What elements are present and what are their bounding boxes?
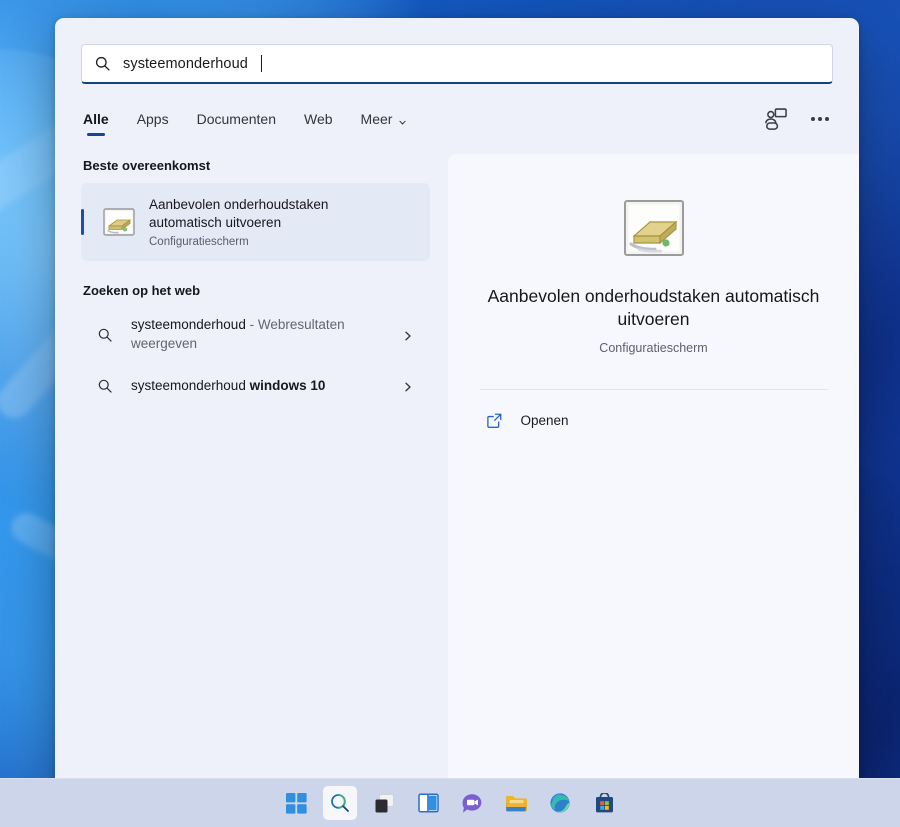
web-search-section: Zoeken op het web systeemonderhoud - Web… bbox=[81, 283, 430, 410]
folder-icon bbox=[505, 795, 527, 811]
web-search-result-2-label: systeemonderhoud windows 10 bbox=[131, 377, 384, 396]
best-match-subtitle: Configuratiescherm bbox=[149, 235, 249, 248]
web-search-result-1-query: systeemonderhoud bbox=[131, 317, 246, 333]
control-panel-maintenance-icon bbox=[103, 208, 135, 236]
open-external-icon bbox=[486, 412, 503, 429]
search-results-body: Beste overeenkomst Aanbevolen onderhouds… bbox=[55, 140, 859, 788]
result-preview-pane: Aanbevolen onderhoudstaken automatisch u… bbox=[448, 154, 859, 788]
search-filter-tabs: Alle Apps Documenten Web Meer bbox=[81, 106, 833, 140]
best-match-title: Aanbevolen onderhoudstaken automatisch u… bbox=[149, 197, 329, 230]
tab-alle[interactable]: Alle bbox=[83, 111, 109, 136]
chevron-down-icon bbox=[398, 114, 407, 125]
start-button[interactable] bbox=[279, 786, 313, 820]
preview-divider bbox=[479, 388, 828, 390]
web-search-result-2-query: systeemonderhoud bbox=[131, 377, 250, 393]
web-search-section-label: Zoeken op het web bbox=[83, 283, 201, 298]
chevron-right-icon bbox=[402, 329, 414, 341]
tab-apps[interactable]: Apps bbox=[137, 111, 169, 136]
more-options-icon[interactable] bbox=[807, 106, 833, 132]
search-icon bbox=[97, 327, 113, 343]
search-top-actions bbox=[763, 106, 833, 140]
control-panel-maintenance-icon bbox=[623, 199, 685, 257]
edge-button[interactable] bbox=[543, 786, 577, 820]
web-search-result-1[interactable]: systeemonderhoud - Webresultaten weergev… bbox=[81, 308, 430, 362]
chat-icon bbox=[462, 793, 482, 813]
tab-alle-label: Alle bbox=[83, 110, 109, 127]
search-icon bbox=[331, 794, 349, 812]
search-button[interactable] bbox=[323, 786, 357, 820]
search-input-value: systeemonderhoud bbox=[123, 55, 248, 72]
preview-subtitle: Configuratiescherm bbox=[599, 340, 708, 355]
best-match-section-label: Beste overeenkomst bbox=[83, 158, 211, 173]
chat-button[interactable] bbox=[455, 786, 489, 820]
task-view-icon bbox=[375, 793, 394, 812]
search-icon bbox=[97, 378, 113, 394]
edge-icon bbox=[550, 793, 570, 813]
best-match-result[interactable]: Aanbevolen onderhoudstaken automatisch u… bbox=[81, 183, 430, 261]
feedback-icon[interactable] bbox=[763, 106, 789, 132]
tab-documenten[interactable]: Documenten bbox=[197, 111, 276, 136]
taskbar-items bbox=[279, 786, 621, 820]
ellipsis-glyph bbox=[811, 117, 829, 121]
search-icon bbox=[94, 55, 111, 72]
web-search-result-1-label: systeemonderhoud - Webresultaten weergev… bbox=[131, 316, 384, 353]
search-panel-header: systeemonderhoud Alle Apps Documenten We… bbox=[55, 18, 859, 140]
tab-meer[interactable]: Meer bbox=[361, 111, 408, 136]
file-explorer-button[interactable] bbox=[499, 786, 533, 820]
windows-search-panel: systeemonderhoud Alle Apps Documenten We… bbox=[55, 18, 859, 788]
store-button[interactable] bbox=[587, 786, 621, 820]
store-icon bbox=[595, 792, 613, 812]
search-input[interactable]: systeemonderhoud bbox=[81, 44, 833, 84]
web-search-result-2-suffix: windows 10 bbox=[249, 377, 326, 393]
widgets-icon bbox=[417, 793, 439, 813]
tab-meer-label: Meer bbox=[360, 110, 393, 127]
taskbar bbox=[0, 778, 900, 827]
tab-documenten-label: Documenten bbox=[196, 110, 276, 127]
best-match-text: Aanbevolen onderhoudstaken automatisch u… bbox=[149, 196, 364, 248]
widgets-button[interactable] bbox=[411, 786, 445, 820]
search-results-list: Beste overeenkomst Aanbevolen onderhouds… bbox=[55, 154, 430, 788]
web-search-result-2[interactable]: systeemonderhoud windows 10 bbox=[81, 362, 430, 410]
open-button-label: Openen bbox=[520, 412, 569, 428]
preview-title: Aanbevolen onderhoudstaken automatisch u… bbox=[487, 286, 820, 330]
tab-web-label: Web bbox=[304, 110, 333, 127]
open-button[interactable]: Openen bbox=[480, 398, 828, 443]
chevron-right-icon bbox=[402, 380, 414, 392]
tab-web[interactable]: Web bbox=[304, 111, 333, 136]
windows-logo-icon bbox=[285, 792, 307, 814]
task-view-button[interactable] bbox=[367, 786, 401, 820]
tab-apps-label: Apps bbox=[136, 110, 169, 127]
text-caret bbox=[260, 55, 262, 72]
